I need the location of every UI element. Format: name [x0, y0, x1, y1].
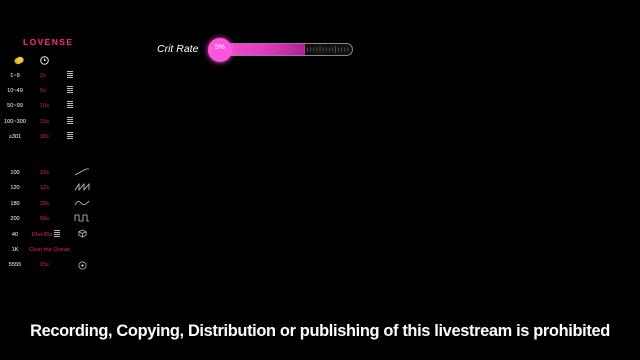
tip-duration: 20s [40, 200, 50, 207]
crit-rate-label: Crit Rate [157, 43, 199, 55]
tip-level-row: 50~99 10s [0, 101, 110, 115]
panel-header-icons [14, 56, 54, 66]
tip-pattern [67, 116, 73, 126]
square-wave-icon [74, 214, 89, 222]
tip-duration: 2s [40, 73, 46, 79]
tip-duration: Clear the Queue [29, 247, 71, 253]
target-icon [78, 261, 87, 270]
tip-amount: ≥301 [8, 133, 22, 140]
tip-pattern [67, 101, 73, 110]
tip-amount: 100 [10, 170, 20, 176]
bars-icon [54, 229, 60, 237]
special-tip-row: 5555 15s [0, 261, 110, 274]
tip-amount: 100~300 [4, 118, 26, 125]
tip-amount: 40 [11, 231, 19, 238]
bars-icon [67, 86, 73, 94]
tip-duration: 30s [40, 133, 50, 140]
tip-amount: 1K [11, 247, 19, 253]
tip-amount: 180 [10, 200, 20, 207]
crit-rate-value: 5% [214, 44, 226, 51]
tip-level-row: 100~300 15s [0, 116, 110, 131]
tip-pattern [67, 131, 73, 141]
tip-duration: 10s [40, 103, 50, 110]
special-tip-row: 120 12s [0, 183, 110, 197]
tip-amount: 120 [10, 185, 20, 192]
tip-pattern [74, 168, 90, 178]
bars-icon [67, 116, 73, 124]
special-tip-row: 180 20s [0, 199, 110, 213]
special-tip-row: 1K Clear the Queue [0, 247, 110, 259]
tip-level-row: 1~9 2s [0, 71, 110, 85]
tip-pattern [74, 199, 90, 209]
crit-rate-bar [214, 43, 353, 56]
tip-amount: 5555 [8, 262, 22, 269]
tip-level-row: ≥301 30s [0, 131, 110, 146]
tip-amount: 200 [10, 216, 20, 223]
bars-icon [67, 101, 73, 109]
lovense-logo: LOVENSE [23, 37, 74, 47]
tip-duration: 5s [40, 88, 46, 95]
tip-duration: 60s [40, 216, 50, 223]
tip-pattern [67, 86, 73, 95]
ramp-wave-icon [74, 168, 89, 176]
coin-icon [14, 56, 24, 65]
tip-duration: 15s [40, 118, 50, 125]
special-tip-row: 200 60s [0, 214, 110, 228]
tip-duration: 15s [40, 262, 50, 269]
clock-icon [40, 56, 49, 65]
special-tip-row: 100 15s [0, 168, 110, 182]
crit-rate-ticks [226, 46, 349, 53]
tip-amount: 10~49 [7, 88, 23, 95]
bars-icon [67, 71, 73, 78]
tip-pattern [78, 261, 87, 272]
tip-pattern [74, 214, 90, 224]
copyright-banner: Recording, Copying, Distribution or publ… [30, 322, 610, 340]
special-tip-row: 40 10s+30s [0, 229, 110, 244]
tip-pattern [54, 229, 60, 239]
sawtooth-wave-icon [74, 183, 90, 192]
tip-level-row: 10~49 5s [0, 86, 110, 100]
tip-pattern [67, 71, 73, 80]
bars-icon [67, 131, 73, 139]
tip-pattern-secondary [78, 229, 87, 240]
tip-duration: 10s+30s [31, 231, 53, 238]
cube-icon [78, 229, 87, 238]
tip-amount: 50~99 [7, 103, 23, 110]
sine-wave-icon [74, 200, 90, 205]
tip-amount: 1~9 [10, 73, 20, 79]
tip-duration: 12s [40, 185, 50, 192]
tip-pattern [74, 183, 90, 193]
tip-duration: 15s [40, 170, 50, 176]
